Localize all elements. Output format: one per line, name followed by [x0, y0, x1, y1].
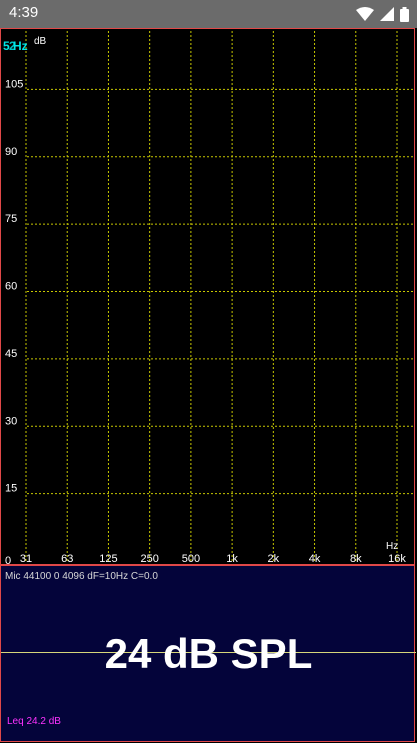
x-tick-label: 1k	[226, 553, 238, 565]
y-unit-label: dB	[34, 36, 47, 47]
x-tick-label: 500	[182, 553, 200, 565]
y-tick-label: 105	[5, 78, 23, 90]
mic-info-text: Mic 44100 0 4096 dF=10Hz C=0.0	[5, 571, 158, 582]
x-unit-label: Hz	[386, 541, 398, 552]
x-tick-label: 4k	[309, 553, 321, 565]
spectrum-panel[interactable]: 105 90 75 60 45 30 15 0 31 63 125 250 500 1k 2k 4k 8k 16…	[0, 28, 416, 566]
info-panel: Mic 44100 0 4096 dF=10Hz C=0.0 24 dB SPL…	[0, 565, 416, 742]
x-axis-labels: 31 63 125 250 500 1k 2k 4k 8k 16k	[20, 553, 406, 565]
x-tick-label: 63	[61, 553, 73, 565]
wifi-icon	[356, 7, 374, 21]
status-time: 4:39	[9, 4, 39, 21]
y-axis-labels: 1059075604530150	[5, 78, 23, 566]
x-tick-label: 250	[140, 553, 158, 565]
y-tick-label: 90	[5, 146, 17, 158]
status-icons	[356, 6, 409, 22]
cell-signal-icon	[380, 7, 394, 21]
y-tick-label: 30	[5, 415, 17, 427]
leq-readout: Leq 24.2 dB	[7, 716, 61, 727]
grid-layer	[25, 31, 415, 561]
y-tick-label: 45	[5, 348, 17, 360]
y-tick-label: 75	[5, 213, 17, 225]
spectrum-graph[interactable]: 1059075604530150 31 63 125 250 500 1k 2k 4k 8k 16…	[1, 29, 416, 566]
peak-frequency-overlay: 2	[9, 39, 16, 53]
y-tick-label: 15	[5, 483, 17, 495]
status-bar: 4:39	[0, 0, 417, 28]
y-tick-label: 60	[5, 281, 17, 293]
x-tick-label: 125	[99, 553, 117, 565]
battery-icon	[400, 6, 409, 22]
x-tick-label: 31	[20, 553, 32, 565]
x-tick-label: 2k	[268, 553, 280, 565]
spl-readout: 24 dB SPL	[104, 630, 313, 677]
x-tick-label: 8k	[350, 553, 362, 565]
x-tick-label: 16k	[388, 553, 406, 565]
